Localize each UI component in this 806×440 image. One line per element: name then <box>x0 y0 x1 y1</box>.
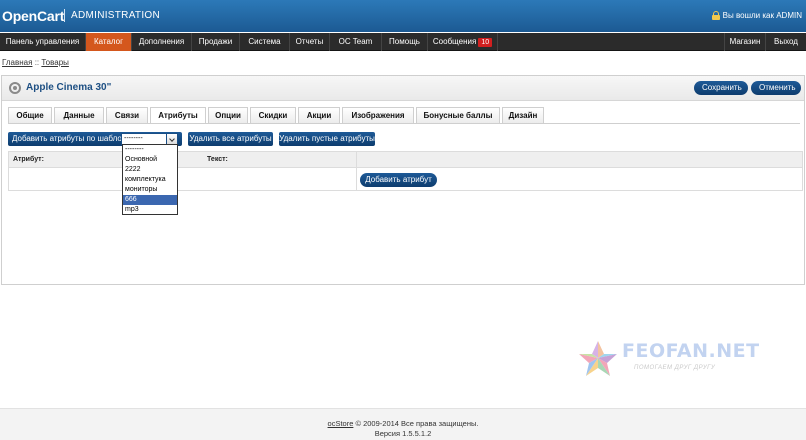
messages-badge: 10 <box>478 38 493 47</box>
menu-item-logout[interactable]: Выход <box>766 33 806 51</box>
breadcrumb-separator: :: <box>34 58 40 67</box>
menu-item-octeam[interactable]: OC Team <box>330 33 382 51</box>
tab-options[interactable]: Опции <box>208 107 248 123</box>
main-menu: Панель управления Каталог Дополнения Про… <box>0 33 806 51</box>
lock-icon <box>711 11 720 20</box>
menu-item-system[interactable]: Система <box>240 33 290 51</box>
footer-version: Версия 1.5.5.1.2 <box>374 429 432 438</box>
tab-design[interactable]: Дизайн <box>502 107 544 123</box>
top-header: OpenCart ADMINISTRATION Вы вошли как ADM… <box>0 0 806 32</box>
feofan-watermark: FEOFAN.NET ПОМОГАЕМ ДРУГ ДРУГУ <box>578 338 759 380</box>
dropdown-option[interactable]: 2222 <box>123 165 177 175</box>
menu-item-extensions[interactable]: Дополнения <box>132 33 192 51</box>
watermark-subtitle: ПОМОГАЕМ ДРУГ ДРУГУ <box>634 365 716 371</box>
add-attribute-button[interactable]: Добавить атрибут <box>360 173 437 187</box>
menu-item-catalog[interactable]: Каталог <box>86 33 132 51</box>
delete-empty-attributes-button[interactable]: Удалить пустые атрибуты <box>279 132 375 146</box>
menu-item-dashboard[interactable]: Панель управления <box>0 33 86 51</box>
breadcrumb-home[interactable]: Главная <box>2 58 32 67</box>
save-button[interactable]: Сохранить <box>694 81 748 95</box>
tabs-divider <box>8 123 800 124</box>
tab-specials[interactable]: Акции <box>298 107 340 123</box>
panel-header: Apple Cinema 30" Сохранить Отменить <box>2 76 804 101</box>
messages-label: Сообщения <box>432 37 477 46</box>
watermark-text: FEOFAN.NET <box>622 340 760 362</box>
tab-discounts[interactable]: Скидки <box>250 107 296 123</box>
ocstore-link[interactable]: ocStore <box>328 419 354 428</box>
dropdown-option[interactable]: mp3 <box>123 205 177 215</box>
menu-item-messages[interactable]: Сообщения 10 <box>428 33 498 51</box>
select-value: -------- <box>124 135 143 142</box>
delete-all-attributes-button[interactable]: Удалить все атрибуты <box>188 132 273 146</box>
column-text: Текст: <box>207 156 228 163</box>
footer-copyright: ocStore © 2009-2014 Все права защищены. <box>0 419 806 428</box>
menu-item-reports[interactable]: Отчеты <box>290 33 330 51</box>
tab-reward-points[interactable]: Бонусные баллы <box>416 107 500 123</box>
breadcrumb-products[interactable]: Товары <box>41 58 69 67</box>
login-status: Вы вошли как ADMIN <box>711 11 802 20</box>
product-edit-panel: Apple Cinema 30" Сохранить Отменить Общи… <box>1 75 805 285</box>
chevron-down-icon[interactable] <box>166 134 177 144</box>
cancel-button[interactable]: Отменить <box>751 81 801 95</box>
breadcrumb: Главная :: Товары <box>2 58 69 67</box>
tab-general[interactable]: Общие <box>8 107 52 123</box>
tab-attributes[interactable]: Атрибуты <box>150 107 206 124</box>
logo-separator <box>64 9 65 22</box>
dropdown-option[interactable]: Основной <box>123 155 177 165</box>
dropdown-option[interactable]: мониторы <box>123 185 177 195</box>
footer: ocStore © 2009-2014 Все права защищены. … <box>0 408 806 440</box>
dropdown-option[interactable]: -------- <box>123 145 177 155</box>
opencart-logo[interactable]: OpenCart <box>2 8 64 24</box>
page-title: Apple Cinema 30" <box>26 82 112 93</box>
menu-item-sales[interactable]: Продажи <box>192 33 240 51</box>
login-text: Вы вошли как ADMIN <box>722 11 802 20</box>
attribute-template-dropdown: -------- Основной 2222 комплектука монит… <box>122 144 178 215</box>
admin-label: ADMINISTRATION <box>71 10 161 21</box>
tab-links[interactable]: Связи <box>106 107 148 123</box>
dropdown-option-selected[interactable]: 666 <box>123 195 177 205</box>
dropdown-option[interactable]: комплектука <box>123 175 177 185</box>
column-divider <box>356 152 357 190</box>
column-attribute: Атрибут: <box>13 156 44 163</box>
menu-item-help[interactable]: Помощь <box>382 33 428 51</box>
add-template-label: Добавить атрибуты по шаблону: <box>12 134 133 143</box>
star-logo-icon <box>579 341 617 376</box>
tab-data[interactable]: Данные <box>54 107 104 123</box>
copyright-text: © 2009-2014 Все права защищены. <box>355 419 479 428</box>
menu-item-store[interactable]: Магазин <box>724 33 766 51</box>
tab-images[interactable]: Изображения <box>342 107 414 123</box>
gear-icon <box>9 82 21 94</box>
